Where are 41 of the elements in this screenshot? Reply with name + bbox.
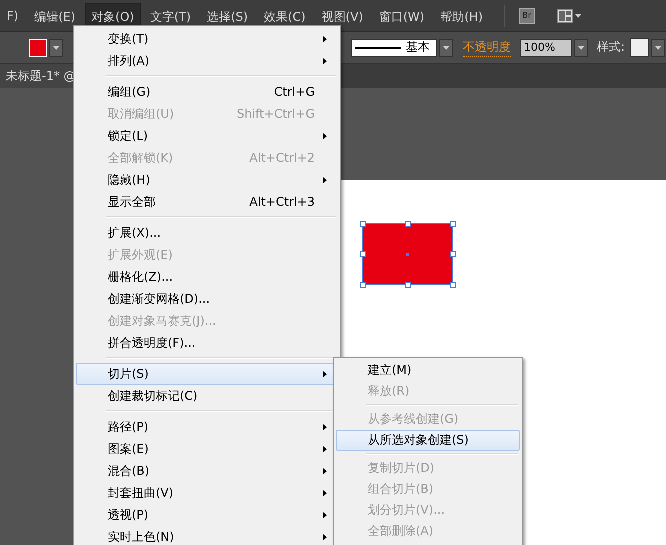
dropdown-button[interactable] [574,38,588,56]
shortcut-text: Shift+Ctrl+G [236,107,316,121]
dropdown-button[interactable] [49,38,63,56]
menu-item[interactable]: 隐藏(H) [76,169,338,191]
menu-bar-item[interactable]: 编辑(E) [28,2,83,28]
menu-item[interactable]: 从所选对象创建(S) [336,430,520,451]
style-swatch[interactable] [630,38,650,57]
shortcut-text: Ctrl+G [274,85,316,99]
menu-bar-item[interactable]: 文字(T) [143,2,198,28]
opacity-field[interactable]: 100% [520,38,572,56]
menu-bar-item[interactable]: 帮助(H) [434,2,490,28]
menu-item[interactable]: 栅格化(Z)... [76,266,338,288]
menu-item[interactable]: 显示全部 Alt+Ctrl+3 [76,191,338,213]
layout-button[interactable] [557,8,582,22]
caret-icon [442,46,450,50]
shortcut-text: Alt+Ctrl+3 [250,195,316,209]
dropdown-button[interactable] [439,38,453,56]
menu-bar-item[interactable]: 视图(V) [314,2,370,28]
caret-icon [654,46,662,50]
menu-item[interactable]: 扩展(X)... [76,222,338,244]
stroke-line-icon [355,46,401,48]
menu-item[interactable]: 锁定(L) [76,125,338,147]
menu-item[interactable]: 建立(M) [336,360,520,381]
fill-color-swatch[interactable] [29,38,47,56]
shortcut-text: Alt+Ctrl+2 [250,151,316,165]
caret-icon [575,14,582,18]
opacity-link[interactable]: 不透明度 [463,38,511,56]
caret-icon [578,46,584,50]
menu-item[interactable]: 变换(T) [76,28,338,50]
menu-bar-item[interactable]: 窗口(W) [372,2,432,28]
selected-rectangle[interactable] [360,221,456,288]
stroke-style-field[interactable]: 基本 [351,38,437,56]
menu-bar-item[interactable]: F) [0,2,26,28]
menu-item[interactable]: 拼合透明度(F)... [76,332,338,354]
style-label: 样式: [597,39,626,56]
menu-bar-item[interactable]: 选择(S) [200,2,256,28]
menu-bar-item[interactable]: 效果(C) [257,2,313,28]
menu-item[interactable]: 创建渐变网格(D)... [76,288,338,310]
dropdown-button[interactable] [651,38,666,56]
bridge-button[interactable]: Br [519,8,535,24]
caret-icon [52,46,60,50]
